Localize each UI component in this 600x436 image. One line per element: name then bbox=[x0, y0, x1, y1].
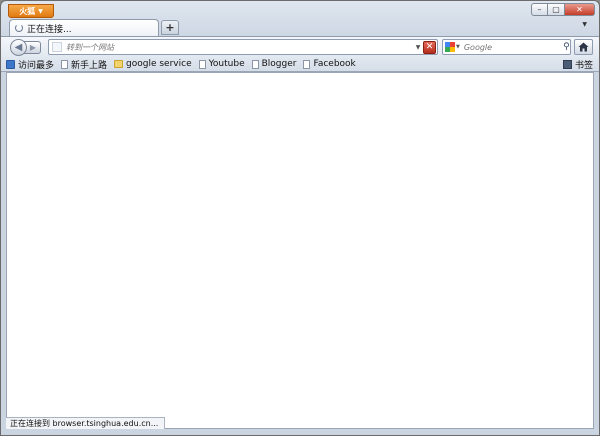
close-button[interactable]: ✕ bbox=[565, 3, 595, 16]
google-icon bbox=[445, 42, 455, 52]
smart-bookmark-icon bbox=[6, 59, 15, 69]
bookmark-label: 访问最多 bbox=[18, 60, 55, 71]
tab-list-chevron-icon[interactable]: ▼ bbox=[582, 21, 587, 28]
bookmark-label: google service bbox=[126, 59, 192, 69]
stop-button[interactable]: ✕ bbox=[423, 40, 436, 54]
back-button[interactable]: ◀ bbox=[10, 39, 27, 56]
bookmarks-menu-button[interactable]: 书签 bbox=[562, 58, 593, 71]
search-engine-selector[interactable]: ▼ bbox=[445, 42, 460, 52]
status-panel: 正在连接到 browser.tsinghua.edu.cn... bbox=[6, 417, 165, 429]
bookmark-label: Facebook bbox=[313, 59, 356, 69]
page-content-area[interactable] bbox=[6, 72, 594, 429]
page-icon bbox=[198, 59, 206, 69]
bookmark-facebook[interactable]: Facebook bbox=[303, 59, 356, 69]
site-identity-icon[interactable] bbox=[52, 42, 62, 52]
bookmark-getting-started[interactable]: 新手上路 bbox=[61, 58, 107, 71]
firefox-menu-button[interactable]: 火狐 ▼ bbox=[8, 4, 54, 18]
browser-window: 火狐 ▼ – ▢ ✕ 正在连接... + ▼ ◀ ▶ ▼ ✕ bbox=[0, 0, 600, 436]
bookmark-label: Youtube bbox=[208, 59, 245, 69]
tab-title: 正在连接... bbox=[27, 24, 72, 35]
new-tab-button[interactable]: + bbox=[161, 20, 179, 35]
chevron-down-icon: ▼ bbox=[456, 44, 460, 50]
bookmarks-toolbar: 访问最多 新手上路 google service Youtube Blogger… bbox=[1, 57, 599, 72]
bookmarks-menu-icon bbox=[562, 60, 572, 69]
page-icon bbox=[251, 59, 259, 69]
bookmark-label: 新手上路 bbox=[71, 60, 108, 71]
bookmark-most-visited[interactable]: 访问最多 bbox=[6, 58, 54, 71]
search-bar: ▼ ⚲ bbox=[442, 39, 571, 55]
bookmark-blogger[interactable]: Blogger bbox=[251, 59, 297, 69]
bookmark-folder-google-service[interactable]: google service bbox=[114, 59, 192, 69]
search-input[interactable] bbox=[463, 41, 563, 53]
tab-active[interactable]: 正在连接... bbox=[9, 19, 159, 36]
arrow-left-icon: ◀ bbox=[14, 42, 23, 53]
search-icon[interactable]: ⚲ bbox=[563, 42, 570, 52]
bookmarks-menu-label: 书签 bbox=[574, 61, 593, 71]
bookmark-label: Blogger bbox=[261, 59, 297, 69]
chevron-down-icon: ▼ bbox=[38, 7, 43, 15]
minimize-button[interactable]: – bbox=[531, 3, 548, 16]
back-forward-group: ◀ ▶ bbox=[10, 39, 44, 56]
window-controls: – ▢ ✕ bbox=[531, 3, 595, 16]
page-icon bbox=[61, 59, 69, 69]
home-icon bbox=[578, 42, 589, 52]
maximize-button[interactable]: ▢ bbox=[548, 3, 565, 16]
arrow-right-icon: ▶ bbox=[29, 43, 37, 52]
url-bar: ▼ ✕ bbox=[48, 39, 438, 55]
url-history-dropdown-icon[interactable]: ▼ bbox=[413, 44, 423, 51]
stop-x-icon: ✕ bbox=[425, 42, 434, 52]
folder-icon bbox=[114, 60, 124, 68]
home-button[interactable] bbox=[574, 39, 593, 55]
bookmark-youtube[interactable]: Youtube bbox=[198, 59, 245, 69]
firefox-menu-label: 火狐 bbox=[19, 6, 36, 16]
page-icon bbox=[303, 59, 311, 69]
url-input[interactable] bbox=[66, 41, 413, 53]
loading-spinner-icon bbox=[15, 24, 23, 32]
navigation-toolbar: ◀ ▶ ▼ ✕ ▼ ⚲ bbox=[1, 36, 599, 57]
